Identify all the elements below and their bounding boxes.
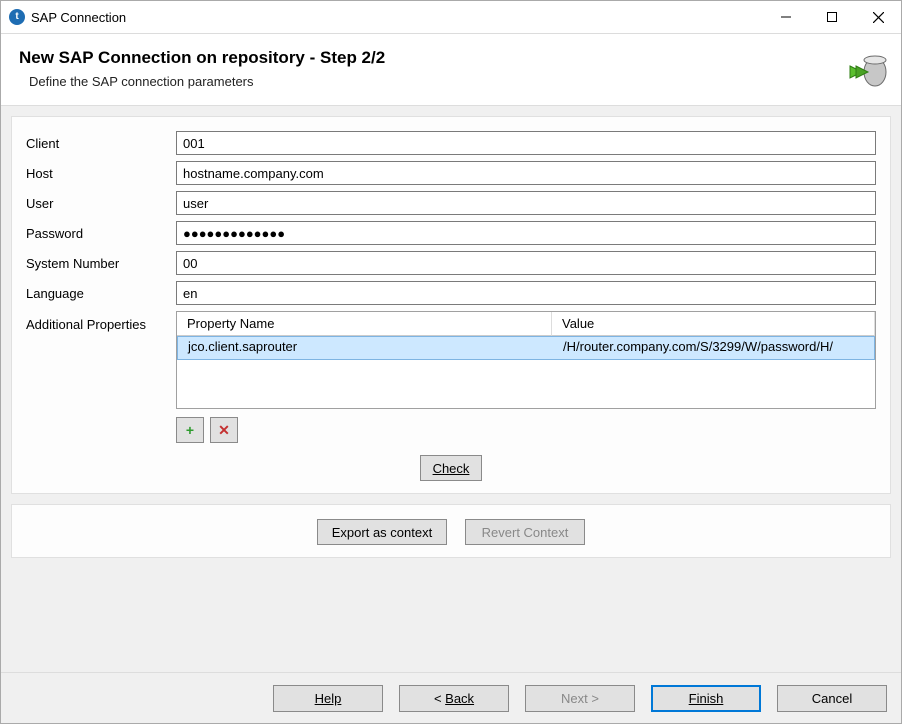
properties-table-header: Property Name Value — [177, 312, 875, 336]
label-additional-properties: Additional Properties — [26, 311, 176, 332]
host-input[interactable] — [176, 161, 876, 185]
add-property-button[interactable]: + — [176, 417, 204, 443]
help-button[interactable]: Help — [273, 685, 383, 712]
cell-property-name[interactable]: jco.client.saprouter — [178, 337, 553, 359]
wizard-footer: Help < Back Next > Finish Cancel — [1, 672, 901, 723]
label-password: Password — [26, 226, 176, 241]
client-input[interactable] — [176, 131, 876, 155]
password-input[interactable] — [176, 221, 876, 245]
label-sysnum: System Number — [26, 256, 176, 271]
x-icon: ✕ — [218, 422, 230, 439]
banner-subtitle: Define the SAP connection parameters — [19, 74, 883, 89]
close-button[interactable] — [855, 1, 901, 33]
system-number-input[interactable] — [176, 251, 876, 275]
plus-icon: + — [186, 422, 194, 438]
wizard-icon — [847, 52, 887, 92]
next-button[interactable]: Next > — [525, 685, 635, 712]
label-client: Client — [26, 136, 176, 151]
next-button-label: Next > — [561, 691, 599, 706]
revert-context-button[interactable]: Revert Context — [465, 519, 585, 545]
remove-property-button[interactable]: ✕ — [210, 417, 238, 443]
wizard-body: Client Host User Password System Number … — [1, 106, 901, 672]
minimize-button[interactable] — [763, 1, 809, 33]
table-row[interactable]: jco.client.saprouter /H/router.company.c… — [177, 336, 875, 360]
banner-title: New SAP Connection on repository - Step … — [19, 48, 883, 68]
cell-property-value[interactable]: /H/router.company.com/S/3299/W/password/… — [553, 337, 874, 359]
close-icon — [873, 12, 884, 23]
title-bar: t SAP Connection — [1, 1, 901, 34]
properties-table[interactable]: Property Name Value jco.client.saprouter… — [176, 311, 876, 409]
back-button-label: Back — [445, 691, 474, 706]
minimize-icon — [781, 12, 791, 22]
window-title: SAP Connection — [31, 10, 126, 25]
check-button-label: Check — [433, 461, 470, 476]
additional-properties-area: Property Name Value jco.client.saprouter… — [176, 311, 876, 443]
maximize-button[interactable] — [809, 1, 855, 33]
column-header-name[interactable]: Property Name — [177, 312, 552, 336]
column-header-value[interactable]: Value — [552, 312, 875, 336]
maximize-icon — [827, 12, 837, 22]
export-context-button[interactable]: Export as context — [317, 519, 447, 545]
back-button[interactable]: < Back — [399, 685, 509, 712]
label-language: Language — [26, 286, 176, 301]
wizard-banner: New SAP Connection on repository - Step … — [1, 34, 901, 106]
label-user: User — [26, 196, 176, 211]
form-panel: Client Host User Password System Number … — [11, 116, 891, 494]
dialog-window: t SAP Connection New SAP Connection on r… — [0, 0, 902, 724]
finish-button-label: Finish — [689, 691, 724, 706]
context-panel: Export as context Revert Context — [11, 504, 891, 558]
check-button[interactable]: Check — [420, 455, 483, 481]
finish-button[interactable]: Finish — [651, 685, 761, 712]
help-button-label: Help — [315, 691, 342, 706]
user-input[interactable] — [176, 191, 876, 215]
cancel-button[interactable]: Cancel — [777, 685, 887, 712]
label-host: Host — [26, 166, 176, 181]
language-input[interactable] — [176, 281, 876, 305]
app-icon: t — [9, 9, 25, 25]
